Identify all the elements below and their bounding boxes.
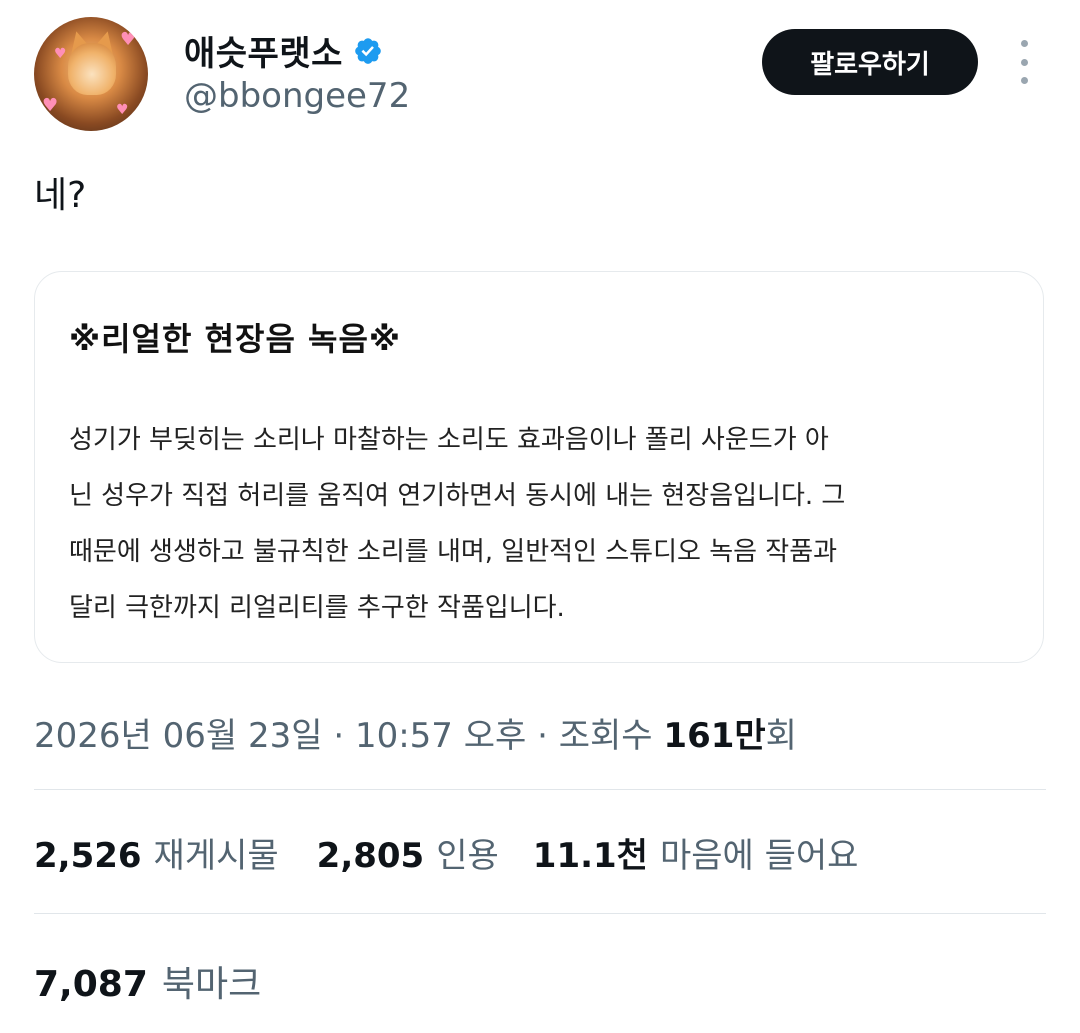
more-dot — [1020, 58, 1028, 66]
divider — [34, 913, 1046, 914]
embedded-card[interactable]: ※리얼한 현장음 녹음※ 성기가 부딪히는 소리나 마찰하는 소리도 효과음이나… — [34, 271, 1044, 663]
likes-stat[interactable]: 11.1천 마음에 들어요 — [533, 828, 859, 877]
reposts-stat[interactable]: 2,526 재게시물 — [34, 828, 279, 877]
heart-icon: ♥ — [120, 29, 137, 50]
heart-icon: ♥ — [116, 102, 129, 118]
display-name[interactable]: 애슷푸랫소 — [184, 26, 343, 75]
likes-count: 11.1천 — [532, 836, 648, 876]
meta-separator: · — [322, 716, 355, 756]
engagement-stats: 2,526 재게시물 2,805 인용 11.1천 마음에 들어요 — [34, 828, 858, 877]
post-date[interactable]: 2026년 06월 23일 — [34, 716, 323, 756]
bookmarks-label: 북마크 — [161, 964, 262, 1005]
cat-face — [68, 43, 116, 95]
follow-button[interactable]: 팔로우하기 — [762, 29, 978, 95]
post-time[interactable]: 10:57 오후 — [355, 716, 526, 756]
heart-icon: ♥ — [54, 46, 67, 62]
card-body-line: 달리 극한까지 리얼리티를 추구한 작품입니다. — [69, 593, 565, 623]
card-body-line: 때문에 생생하고 불규칙한 소리를 내며, 일반적인 스튜디오 녹음 작품과 — [69, 537, 838, 567]
views-count: 161만 — [663, 716, 766, 756]
heart-icon: ♥ — [42, 95, 59, 116]
user-handle[interactable]: @bbongee72 — [184, 76, 410, 116]
views-suffix: 회 — [765, 716, 797, 756]
card-title: ※리얼한 현장음 녹음※ — [69, 320, 402, 358]
tweet-text: 네? — [34, 175, 87, 216]
more-dot — [1020, 40, 1028, 47]
quotes-stat[interactable]: 2,805 인용 — [317, 828, 499, 877]
divider — [34, 789, 1046, 790]
likes-label: 마음에 들어요 — [659, 836, 859, 876]
card-body: 성기가 부딪히는 소리나 마찰하는 소리도 효과음이나 폴리 사운드가 아 닌 … — [69, 412, 1019, 636]
bookmarks-stat[interactable]: 7,087 북마크 — [34, 955, 261, 1007]
reposts-count: 2,526 — [34, 836, 142, 876]
tweet-metadata: 2026년 06월 23일 · 10:57 오후 · 조회수 161만회 — [34, 708, 797, 757]
author-name-row[interactable]: 애슷푸랫소 — [184, 26, 383, 75]
verified-badge-icon — [355, 37, 381, 64]
more-dot — [1020, 77, 1028, 84]
card-body-line: 성기가 부딪히는 소리나 마찰하는 소리도 효과음이나 폴리 사운드가 아 — [69, 425, 829, 455]
quotes-count: 2,805 — [316, 836, 425, 876]
bookmarks-count: 7,087 — [34, 964, 148, 1005]
meta-separator: · — [526, 716, 559, 756]
reposts-label: 재게시물 — [153, 836, 279, 876]
quotes-label: 인용 — [436, 836, 499, 876]
more-vertical-icon[interactable] — [1004, 40, 1044, 84]
card-body-line: 닌 성우가 직접 허리를 움직여 연기하면서 동시에 내는 현장음입니다. 그 — [69, 481, 846, 511]
views-prefix: 조회수 — [558, 716, 664, 756]
avatar[interactable]: ♥ ♥ ♥ ♥ — [34, 17, 148, 131]
